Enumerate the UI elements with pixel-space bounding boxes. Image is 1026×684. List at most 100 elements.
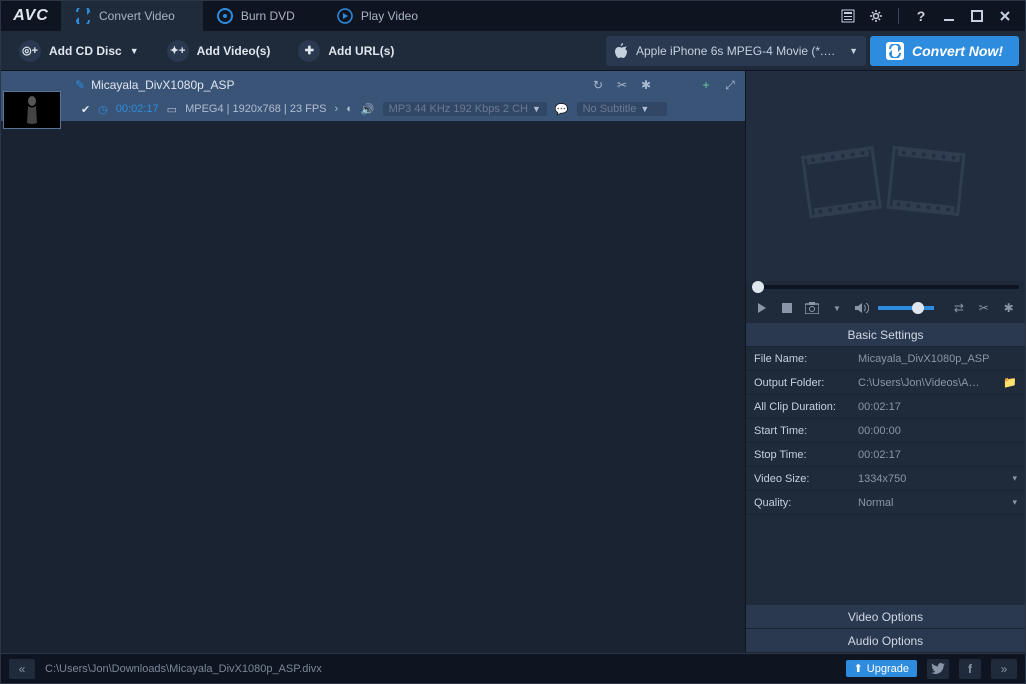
setting-label: Stop Time:: [754, 449, 858, 461]
setting-value[interactable]: 00:02:17: [858, 449, 1017, 461]
file-title: Micayala_DivX1080p_ASP: [91, 78, 583, 92]
add-videos-button[interactable]: ✦+ Add Video(s): [155, 36, 283, 66]
add-cd-disc-button[interactable]: ◎+ Add CD Disc ▼: [7, 36, 151, 66]
tab-play-video[interactable]: Play Video: [323, 1, 446, 31]
file-subtitle: No Subtitle: [583, 103, 637, 115]
expand-right-button[interactable]: »: [991, 659, 1017, 679]
setting-label: Start Time:: [754, 425, 858, 437]
file-item[interactable]: ✎ Micayala_DivX1080p_ASP ↻ ✂ ✱ + ⤢ ✔ ◷ 0…: [1, 71, 745, 122]
button-label: Convert Now!: [912, 43, 1003, 59]
setting-row-video-size: Video Size: 1334x750▾: [746, 467, 1025, 491]
setting-label: All Clip Duration:: [754, 401, 858, 413]
tab-burn-dvd[interactable]: Burn DVD: [203, 1, 323, 31]
add-urls-button[interactable]: ✚ Add URL(s): [286, 36, 406, 66]
disc-icon: [217, 8, 233, 24]
profile-text: Apple iPhone 6s MPEG-4 Movie (*.m…: [636, 44, 841, 58]
setting-row-stop-time: Stop Time: 00:02:17: [746, 443, 1025, 467]
seek-bar[interactable]: [746, 281, 1025, 293]
subtitle-dropdown[interactable]: No Subtitle ▼: [577, 102, 667, 116]
film-icon: ▭: [167, 103, 177, 116]
twitter-button[interactable]: [927, 659, 949, 679]
minimize-button[interactable]: [939, 6, 959, 26]
video-thumbnail[interactable]: [3, 91, 61, 129]
setting-value[interactable]: C:\Users\Jon\Videos\A… 📁: [858, 376, 1017, 389]
refresh-item-icon[interactable]: ↻: [589, 76, 607, 94]
globe-add-icon: ✚: [298, 40, 320, 62]
chevron-down-icon: ▾: [1012, 473, 1017, 484]
video-size-dropdown[interactable]: 1334x750▾: [858, 473, 1017, 485]
quality-dropdown[interactable]: Normal▾: [858, 497, 1017, 509]
effects-icon[interactable]: ✱: [637, 76, 655, 94]
snapshot-button[interactable]: [804, 299, 821, 317]
setting-value[interactable]: Micayala_DivX1080p_ASP: [858, 353, 1017, 365]
options-icon[interactable]: [838, 6, 858, 26]
setting-row-output-folder: Output Folder: C:\Users\Jon\Videos\A… 📁: [746, 371, 1025, 395]
tab-convert-video[interactable]: Convert Video: [61, 1, 203, 31]
add-item-icon[interactable]: +: [697, 76, 715, 94]
chevron-down-icon: ▼: [130, 46, 139, 56]
chevron-down-icon[interactable]: ▼: [829, 299, 846, 317]
convert-now-button[interactable]: Convert Now!: [870, 36, 1019, 66]
clock-icon: ◷: [98, 103, 108, 116]
filmstrip-icon: [796, 126, 976, 226]
upgrade-label: Upgrade: [867, 663, 909, 675]
chevron-right-icon[interactable]: ›: [335, 103, 339, 115]
basic-settings-header[interactable]: Basic Settings: [746, 323, 1025, 347]
checked-icon[interactable]: ✔: [81, 103, 90, 116]
folder-browse-icon[interactable]: 📁: [1003, 376, 1017, 389]
chevron-down-icon: ▼: [640, 104, 649, 114]
convert-icon: [75, 8, 91, 24]
setting-label: File Name:: [754, 353, 858, 365]
fullscreen-icon[interactable]: ✱: [1000, 299, 1017, 317]
tab-label: Play Video: [361, 9, 418, 23]
upgrade-icon: ⬆: [854, 662, 863, 675]
seek-thumb[interactable]: [752, 281, 764, 293]
subtitle-icon: 💬: [555, 103, 569, 116]
volume-icon[interactable]: [853, 299, 870, 317]
facebook-button[interactable]: f: [959, 659, 981, 679]
trim-icon[interactable]: ✂: [975, 299, 992, 317]
film-add-icon: ✦+: [167, 40, 189, 62]
audio-icon: ◐: [346, 103, 353, 115]
chevron-down-icon: ▼: [849, 46, 858, 56]
button-label: Add URL(s): [328, 44, 394, 58]
setting-label: Video Size:: [754, 473, 858, 485]
maximize-button[interactable]: [967, 6, 987, 26]
setting-row-quality: Quality: Normal▾: [746, 491, 1025, 515]
audio-options-header[interactable]: Audio Options: [746, 629, 1025, 653]
chevron-down-icon: ▾: [1012, 497, 1017, 508]
audio-track-dropdown[interactable]: MP3 44 KHz 192 Kbps 2 CH ▼: [383, 102, 547, 116]
stop-button[interactable]: [779, 299, 796, 317]
preview-pane: [746, 71, 1025, 281]
setting-value[interactable]: 00:00:00: [858, 425, 1017, 437]
loop-icon[interactable]: ⇄: [950, 299, 967, 317]
expand-item-icon[interactable]: ⤢: [721, 76, 739, 94]
status-file-path: C:\Users\Jon\Downloads\Micayala_DivX1080…: [45, 663, 836, 675]
edit-icon[interactable]: ✎: [75, 78, 85, 92]
video-options-header[interactable]: Video Options: [746, 605, 1025, 629]
setting-row-clip-duration: All Clip Duration: 00:02:17: [746, 395, 1025, 419]
disc-add-icon: ◎+: [19, 40, 41, 62]
cut-icon[interactable]: ✂: [613, 76, 631, 94]
tab-label: Convert Video: [99, 9, 175, 23]
setting-label: Quality:: [754, 497, 858, 509]
play-button[interactable]: [754, 299, 771, 317]
collapse-left-button[interactable]: «: [9, 659, 35, 679]
button-label: Add CD Disc: [49, 44, 122, 58]
setting-row-file-name: File Name: Micayala_DivX1080p_ASP: [746, 347, 1025, 371]
volume-thumb[interactable]: [912, 302, 924, 314]
close-button[interactable]: [995, 6, 1015, 26]
setting-label: Output Folder:: [754, 377, 858, 389]
apple-icon: [614, 43, 628, 59]
app-logo: AVC: [1, 1, 61, 31]
volume-slider[interactable]: [878, 306, 934, 310]
refresh-icon: [886, 42, 904, 60]
upgrade-button[interactable]: ⬆ Upgrade: [846, 660, 917, 677]
help-icon[interactable]: ?: [911, 6, 931, 26]
settings-icon[interactable]: [866, 6, 886, 26]
setting-value: 00:02:17: [858, 401, 1017, 413]
output-profile-selector[interactable]: Apple iPhone 6s MPEG-4 Movie (*.m… ▼: [606, 36, 866, 66]
tab-label: Burn DVD: [241, 9, 295, 23]
file-audio-info: MP3 44 KHz 192 Kbps 2 CH: [389, 103, 528, 115]
chevron-down-icon: ▼: [532, 104, 541, 114]
